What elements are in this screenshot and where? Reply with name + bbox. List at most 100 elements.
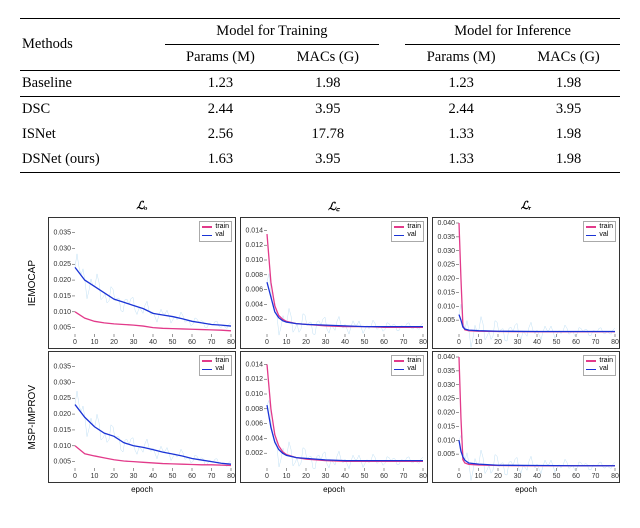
svg-text:60: 60 [572,339,580,346]
svg-text:0.040: 0.040 [437,354,455,361]
svg-text:50: 50 [553,339,561,346]
svg-text:0.025: 0.025 [53,261,71,268]
svg-text:50: 50 [361,473,369,480]
col-title-Lr: ℒᵣ [432,199,620,215]
col-methods: Methods [20,19,139,71]
legend: train val [391,355,424,376]
col-group-infer: Model for Inference [405,19,620,45]
svg-text:0.012: 0.012 [245,376,263,383]
row-label-iemocap: IEMOCAP [20,217,44,349]
svg-text:70: 70 [592,473,600,480]
legend: train val [583,355,616,376]
svg-text:40: 40 [149,473,157,480]
svg-text:0.015: 0.015 [437,423,455,430]
svg-text:10: 10 [475,473,483,480]
svg-text:60: 60 [380,473,388,480]
svg-text:0.020: 0.020 [437,410,455,417]
svg-text:40: 40 [149,339,157,346]
svg-text:0.025: 0.025 [437,262,455,269]
col-macs-infer: MACs (G) [517,45,620,71]
svg-text:0.005: 0.005 [53,459,71,466]
svg-text:0.030: 0.030 [437,248,455,255]
svg-text:0.035: 0.035 [437,368,455,375]
svg-text:30: 30 [322,473,330,480]
svg-text:0: 0 [73,339,77,346]
svg-text:70: 70 [208,339,216,346]
svg-text:30: 30 [322,339,330,346]
svg-text:0.020: 0.020 [53,411,71,418]
svg-text:0.025: 0.025 [437,396,455,403]
svg-text:0.004: 0.004 [245,435,263,442]
svg-text:30: 30 [514,473,522,480]
legend: train val [199,355,232,376]
svg-text:10: 10 [475,339,483,346]
svg-text:30: 30 [514,339,522,346]
svg-text:0.035: 0.035 [437,234,455,241]
svg-text:10: 10 [283,473,291,480]
legend: train val [583,221,616,242]
table-row: DSNet (ours) 1.63 3.95 1.33 1.98 [20,147,620,173]
legend: train val [391,221,424,242]
svg-text:50: 50 [169,339,177,346]
svg-text:0.010: 0.010 [437,303,455,310]
svg-text:20: 20 [494,473,502,480]
plot-Lo-iemocap: 0.005 0.010 0.015 0.020 0.025 0.030 0.035 0 10 20… [48,217,236,349]
svg-text:0: 0 [73,473,77,480]
model-comparison-table: Methods Model for Training Model for Inf… [20,18,620,173]
svg-text:40: 40 [341,339,349,346]
svg-text:0.010: 0.010 [53,309,71,316]
svg-text:80: 80 [227,339,235,346]
svg-text:0.015: 0.015 [53,427,71,434]
svg-text:30: 30 [130,473,138,480]
svg-text:0.030: 0.030 [53,245,71,252]
svg-text:0.005: 0.005 [437,451,455,458]
svg-text:70: 70 [592,339,600,346]
svg-text:20: 20 [110,473,118,480]
svg-text:0.035: 0.035 [53,230,71,237]
svg-text:10: 10 [91,339,99,346]
svg-text:0.010: 0.010 [53,443,71,450]
svg-text:0.005: 0.005 [437,317,455,324]
svg-text:0.035: 0.035 [53,364,71,371]
legend: train val [199,221,232,242]
col-group-train: Model for Training [165,19,380,45]
svg-text:0.002: 0.002 [245,450,263,457]
svg-text:0.012: 0.012 [245,242,263,249]
svg-text:20: 20 [110,339,118,346]
table-row: Baseline 1.23 1.98 1.23 1.98 [20,71,620,97]
svg-text:0.015: 0.015 [53,293,71,300]
svg-text:0: 0 [265,473,269,480]
svg-text:50: 50 [553,473,561,480]
svg-text:0.010: 0.010 [245,257,263,264]
svg-text:0.008: 0.008 [245,272,263,279]
svg-text:0.004: 0.004 [245,301,263,308]
svg-text:70: 70 [400,339,408,346]
svg-text:50: 50 [361,339,369,346]
svg-text:40: 40 [533,339,541,346]
svg-text:10: 10 [283,339,291,346]
svg-text:0.015: 0.015 [437,289,455,296]
col-title-Lo: ℒₒ [48,199,236,215]
col-params-infer: Params (M) [405,45,517,71]
svg-text:0.020: 0.020 [53,277,71,284]
svg-text:60: 60 [572,473,580,480]
table-row: DSC 2.44 3.95 2.44 3.95 [20,97,620,123]
svg-text:20: 20 [302,339,310,346]
svg-text:60: 60 [188,473,196,480]
row-label-msp: MSP-IMPROV [20,351,44,483]
svg-text:0.030: 0.030 [53,379,71,386]
svg-text:0: 0 [265,339,269,346]
svg-text:0: 0 [457,339,461,346]
svg-text:60: 60 [188,339,196,346]
svg-text:0.008: 0.008 [245,406,263,413]
svg-text:0.005: 0.005 [53,325,71,332]
svg-text:0: 0 [457,473,461,480]
plot-Lo-msp: 0.0050.0100.0150.0200.0250.0300.03501020… [48,351,236,483]
col-params-train: Params (M) [165,45,277,71]
training-curves-grid: ℒₒ ℒ꜀ ℒᵣ IEMOCAP 0.0050.0100.0150.0200.0… [20,199,620,497]
plot-Lc-iemocap: 0.0020.0040.0060.0080.0100.0120.01401020… [240,217,428,349]
xlabel: epoch [240,485,428,497]
svg-text:80: 80 [419,473,427,480]
svg-text:0.010: 0.010 [437,437,455,444]
svg-text:30: 30 [130,339,138,346]
